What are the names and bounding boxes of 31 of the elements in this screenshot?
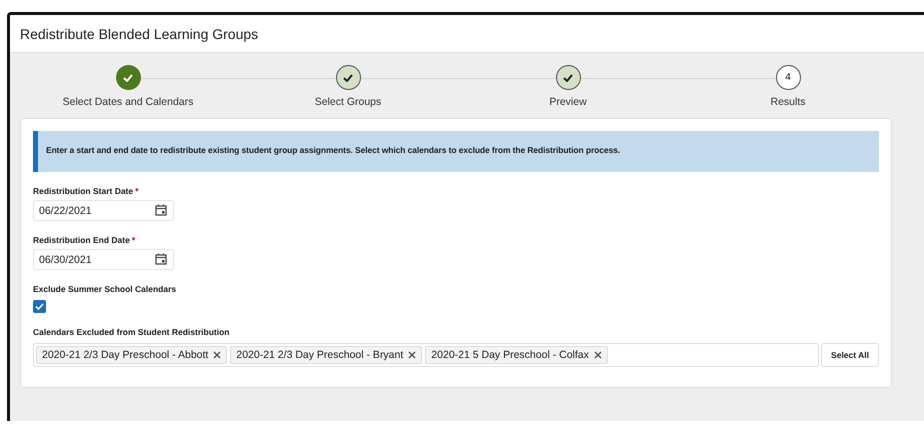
check-icon [563,74,573,82]
field-label: Calendars Excluded from Student Redistribution [33,327,230,337]
step-label: Results [770,96,806,108]
field-label: Exclude Summer School Calendars [33,284,176,294]
date-field[interactable]: 06/22/2021 [33,200,174,221]
tag-label: 2020-21 5 Day Preschool - Colfax [431,349,589,361]
tag-field[interactable]: 2020-21 2/3 Day Preschool - Abbott 2020-21 2/3 Day Preschool - Bryant 2020-21 5 Day Preschool - Colfax [33,343,820,367]
step-label: Select Groups [314,96,382,108]
date-field[interactable]: 06/30/2021 [33,249,174,270]
window-title: Redistribute Blended Learning Groups [20,26,258,42]
step-indicator[interactable]: 4 [776,65,800,90]
tag-label: 2020-21 2/3 Day Preschool - Abbott [42,349,208,361]
step-indicator[interactable] [556,65,580,90]
calendar-icon [155,253,167,265]
tag-label: 2020-21 2/3 Day Preschool - Bryant [236,349,404,361]
field-label: Redistribution End Date [33,235,130,245]
field-label: Redistribution Start Date [33,186,134,196]
check-icon [123,74,133,82]
info-text: Enter a start and end date to redistribute existing student group assignments. Select which calendars to exclude from the Redistribution process. [46,145,620,155]
checkbox[interactable] [33,300,46,313]
remove-icon[interactable] [408,351,416,359]
remove-icon[interactable] [594,351,602,359]
required-mark: * [135,186,138,196]
step-label: Select Dates and Calendars [62,96,194,108]
check-icon [343,74,353,82]
select-all-button[interactable]: Select All [821,343,879,367]
required-mark: * [132,235,136,245]
step-indicator[interactable] [336,65,360,90]
step-label: Preview [549,96,587,108]
remove-icon[interactable] [213,351,222,359]
calendar-icon [155,204,167,216]
